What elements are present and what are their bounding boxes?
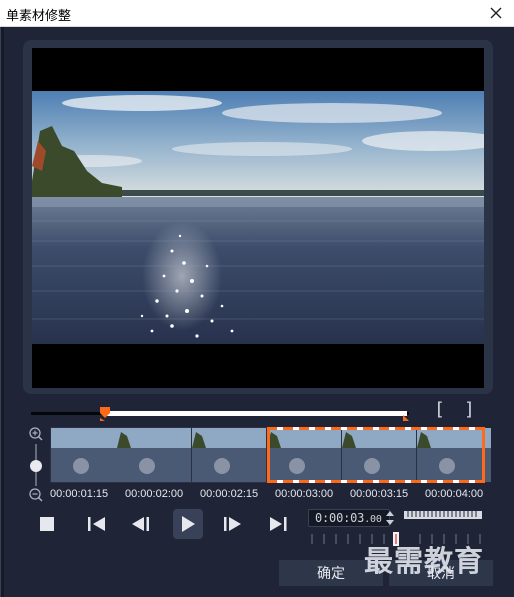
timecode-value: 0:00:03 (315, 511, 365, 525)
go-to-start-button[interactable] (82, 509, 112, 539)
go-to-end-button[interactable] (263, 509, 293, 539)
thumbnail-strip[interactable] (50, 427, 491, 483)
dialog-edge (1, 27, 4, 597)
frame-ruler (404, 511, 482, 519)
mark-out-button[interactable]: ] (464, 399, 475, 420)
previous-frame-icon (132, 517, 149, 531)
go-to-start-icon (88, 517, 105, 531)
thumbnail (51, 428, 125, 482)
preview-panel (23, 40, 493, 394)
play-button[interactable] (173, 509, 203, 539)
timeline-timecode: 00:00:03:15 (350, 488, 409, 500)
preview-screen[interactable] (32, 48, 484, 388)
mark-in-button[interactable]: [ (434, 399, 445, 420)
next-frame-icon (224, 517, 241, 531)
timeline-timecode: 00:00:02:15 (200, 488, 259, 500)
trim-slider[interactable] (31, 407, 409, 421)
play-icon (182, 516, 195, 532)
zoom-in-icon (29, 427, 43, 441)
next-frame-button[interactable] (217, 509, 247, 539)
zoom-out-icon (29, 488, 43, 502)
go-to-end-icon (270, 517, 287, 531)
trim-dialog: [ ] 00:00:01:15 00:00:02:00 00:00:02:15 … (0, 27, 514, 597)
zoom-control[interactable] (27, 426, 47, 506)
timecode-input[interactable]: 0:00:03.00 (308, 509, 390, 527)
selected-range[interactable] (267, 427, 485, 483)
timecode-frames: .00 (364, 514, 382, 525)
timeline-timecode: 00:00:02:00 (125, 488, 184, 500)
preview-video-frame (32, 91, 484, 344)
timeline-timecode: 00:00:01:15 (50, 488, 109, 500)
title-bar: 单素材修整 (0, 0, 514, 27)
thumbnail (192, 428, 266, 482)
timecode-spinner-icon[interactable] (385, 510, 395, 526)
thumbnail (117, 428, 191, 482)
stop-icon (40, 517, 54, 531)
timeline-timecode: 00:00:03:00 (275, 488, 334, 500)
zoom-handle (30, 460, 42, 472)
timeline-timecode: 00:00:04:00 (425, 488, 484, 500)
stop-button[interactable] (32, 509, 62, 539)
watermark: 最需教育 (364, 544, 485, 578)
close-icon[interactable] (486, 3, 506, 23)
previous-frame-button[interactable] (126, 509, 156, 539)
window-title: 单素材修整 (6, 9, 72, 24)
